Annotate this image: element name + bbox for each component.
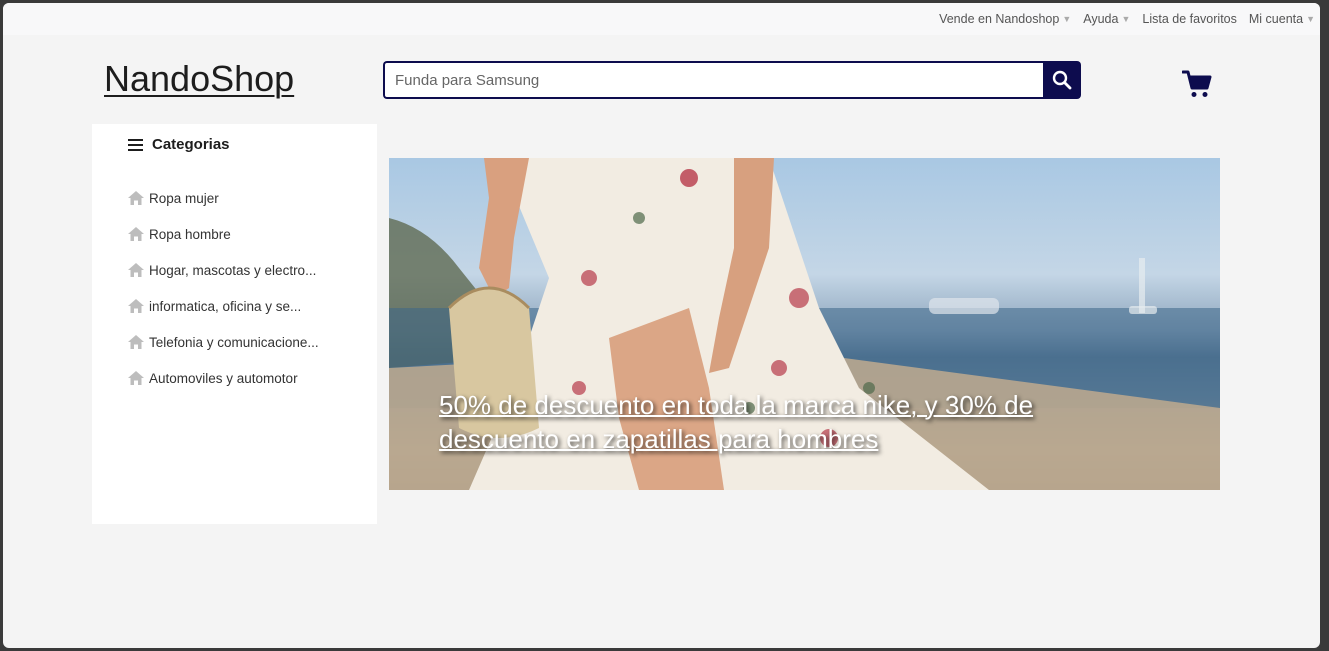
home-icon xyxy=(128,227,144,241)
category-item-informatica[interactable]: informatica, oficina y se... xyxy=(128,288,319,324)
category-item-ropa-mujer[interactable]: Ropa mujer xyxy=(128,180,319,216)
category-list: Ropa mujer Ropa hombre Hogar, mascotas y… xyxy=(128,180,319,396)
category-item-ropa-hombre[interactable]: Ropa hombre xyxy=(128,216,319,252)
category-item-telefonia[interactable]: Telefonia y comunicacione... xyxy=(128,324,319,360)
home-icon xyxy=(128,263,144,277)
home-icon xyxy=(128,191,144,205)
search-input[interactable] xyxy=(383,61,1043,99)
home-icon xyxy=(128,299,144,313)
category-label: informatica, oficina y se... xyxy=(149,298,302,314)
category-label: Ropa mujer xyxy=(149,190,219,206)
category-label: Hogar, mascotas y electro... xyxy=(149,262,317,278)
site-logo[interactable]: NandoShop xyxy=(104,58,294,100)
category-label: Telefonia y comunicacione... xyxy=(149,334,319,350)
search-button[interactable] xyxy=(1043,61,1081,99)
top-utility-bar: Vende en Nandoshop ▼ Ayuda ▼ Lista de fa… xyxy=(3,3,1320,35)
browser-viewport: Vende en Nandoshop ▼ Ayuda ▼ Lista de fa… xyxy=(3,3,1320,648)
topbar-account-link[interactable]: Mi cuenta ▼ xyxy=(1249,12,1315,26)
category-label: Ropa hombre xyxy=(149,226,231,242)
home-icon xyxy=(128,371,144,385)
home-icon xyxy=(128,335,144,349)
categories-sidebar: Categorias Ropa mujer Ropa hombre Hogar,… xyxy=(92,124,377,524)
category-item-hogar[interactable]: Hogar, mascotas y electro... xyxy=(128,252,319,288)
menu-icon xyxy=(128,138,143,151)
topbar-account-label: Mi cuenta xyxy=(1248,12,1304,26)
categories-header[interactable]: Categorias xyxy=(128,136,230,153)
category-label: Automoviles y automotor xyxy=(149,370,298,386)
categories-title: Categorias xyxy=(152,136,230,153)
caret-down-icon: ▼ xyxy=(1062,14,1072,24)
caret-down-icon: ▼ xyxy=(1121,14,1131,24)
promo-banner[interactable]: 50% de descuento en toda la marca nike, … xyxy=(389,158,1220,490)
shopping-cart-icon xyxy=(1181,70,1212,97)
search-icon xyxy=(1052,70,1072,90)
topbar-sell-label: Vende en Nandoshop xyxy=(939,12,1060,26)
topbar-help-label: Ayuda xyxy=(1083,12,1119,26)
shopping-cart-button[interactable] xyxy=(1181,69,1212,99)
caret-down-icon: ▼ xyxy=(1306,14,1315,24)
topbar-favorites-link[interactable]: Lista de favoritos xyxy=(1142,12,1237,26)
banner-headline[interactable]: 50% de descuento en toda la marca nike, … xyxy=(439,388,1139,456)
topbar-sell-link[interactable]: Vende en Nandoshop ▼ xyxy=(939,12,1071,26)
category-item-automoviles[interactable]: Automoviles y automotor xyxy=(128,360,319,396)
topbar-help-link[interactable]: Ayuda ▼ xyxy=(1083,12,1130,26)
topbar-favorites-label: Lista de favoritos xyxy=(1142,12,1237,26)
search-bar xyxy=(383,61,1081,99)
